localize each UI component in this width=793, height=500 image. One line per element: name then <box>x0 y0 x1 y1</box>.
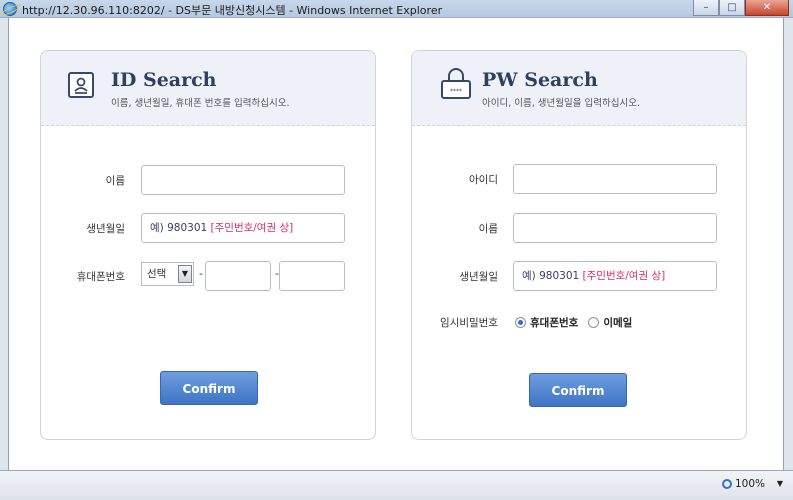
minimize-button[interactable]: – <box>693 0 719 16</box>
id-birth-row: 생년월일 예) 980301 [주민번호/여권 상] <box>41 213 375 243</box>
pw-search-subtitle: 아이디, 이름, 생년월일을 입력하십시오. <box>482 98 640 109</box>
id-phone-row: 휴대폰번호 선택 ▼ - - <box>41 261 375 291</box>
id-name-row: 이름 <box>41 165 375 195</box>
radio-email[interactable] <box>588 317 600 328</box>
pw-birth-hint-note: [주민번호/여권 상] <box>582 270 666 282</box>
id-search-title: ID Search <box>111 69 217 91</box>
pw-birth-input[interactable]: 예) 980301 [주민번호/여권 상] <box>513 261 717 291</box>
pw-birth-label: 생년월일 <box>459 271 498 283</box>
id-name-input[interactable] <box>141 165 345 195</box>
page-content: ID Search 이름, 생년월일, 휴대폰 번호를 입력하십시오. 이름 생… <box>8 18 784 470</box>
id-birth-input[interactable]: 예) 980301 [주민번호/여권 상] <box>141 213 345 243</box>
id-birth-label: 생년월일 <box>86 223 125 235</box>
zoom-icon <box>721 479 732 489</box>
radio-email-label[interactable]: 이메일 <box>603 315 632 330</box>
pw-name-input[interactable] <box>513 213 717 243</box>
pw-search-header: **** PW Search 아이디, 이름, 생년월일을 입력하십시오. <box>412 51 746 126</box>
internet-explorer-icon <box>3 2 17 16</box>
id-card-icon <box>68 72 94 98</box>
phone-prefix-value: 선택 <box>147 268 167 280</box>
pw-birth-row: 생년월일 예) 980301 [주민번호/여권 상] <box>412 261 746 291</box>
pw-confirm-button[interactable]: Confirm <box>529 373 627 407</box>
phone-last-input[interactable] <box>279 261 345 291</box>
id-name-label: 이름 <box>105 175 125 187</box>
temp-pw-method: 휴대폰번호 이메일 <box>515 315 632 330</box>
pw-search-title: PW Search <box>482 69 598 91</box>
id-birth-hint-note: [주민번호/여권 상] <box>210 222 294 234</box>
phone-prefix-select[interactable]: 선택 ▼ <box>141 262 194 286</box>
pw-id-input[interactable] <box>513 164 717 194</box>
radio-phone-label[interactable]: 휴대폰번호 <box>530 315 578 330</box>
radio-phone[interactable] <box>515 317 526 328</box>
chevron-down-icon[interactable]: ▼ <box>178 265 192 283</box>
pw-temp-label: 임시비밀번호 <box>440 317 498 329</box>
zoom-level: 100% <box>734 478 765 490</box>
id-phone-label: 휴대폰번호 <box>76 271 125 283</box>
pw-birth-hint-example: 예) 980301 <box>522 270 580 282</box>
maximize-button[interactable]: □ <box>719 0 745 16</box>
id-search-panel: ID Search 이름, 생년월일, 휴대폰 번호를 입력하십시오. 이름 생… <box>40 50 376 440</box>
pw-id-row: 아이디 <box>412 164 746 194</box>
password-mask-text: **** <box>450 88 462 95</box>
phone-middle-input[interactable] <box>205 261 271 291</box>
zoom-control[interactable]: 100% <box>721 478 765 490</box>
id-confirm-button[interactable]: Confirm <box>160 371 258 405</box>
window-controls: – □ ✕ <box>693 0 789 16</box>
phone-dash-1: - <box>199 267 203 280</box>
pw-name-label: 이름 <box>478 223 498 235</box>
pw-id-label: 아이디 <box>469 174 498 186</box>
id-birth-hint-example: 예) 980301 <box>150 222 208 234</box>
pw-search-panel: **** PW Search 아이디, 이름, 생년월일을 입력하십시오. 아이… <box>411 50 747 440</box>
id-search-header: ID Search 이름, 생년월일, 휴대폰 번호를 입력하십시오. <box>41 51 375 126</box>
window-title: http://12.30.96.110:8202/ - DS부문 내방신청시스템… <box>22 4 443 17</box>
padlock-icon: **** <box>441 68 471 99</box>
close-button[interactable]: ✕ <box>745 0 789 16</box>
title-bar: http://12.30.96.110:8202/ - DS부문 내방신청시스템… <box>0 0 793 18</box>
zoom-dropdown-icon[interactable]: ▼ <box>777 479 783 488</box>
pw-temp-row: 임시비밀번호 휴대폰번호 이메일 <box>412 309 746 339</box>
status-bar: 100% ▼ <box>0 470 793 500</box>
id-search-subtitle: 이름, 생년월일, 휴대폰 번호를 입력하십시오. <box>111 98 290 109</box>
pw-name-row: 이름 <box>412 213 746 243</box>
